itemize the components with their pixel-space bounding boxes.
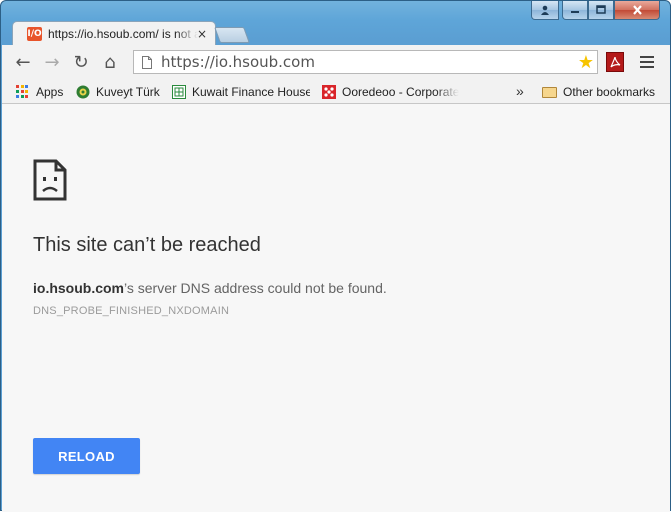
error-title: This site can’t be reached <box>33 234 261 256</box>
new-tab-button[interactable] <box>214 27 250 43</box>
reload-toolbar-button[interactable]: ↻ <box>68 50 94 76</box>
bookmark-label: Ooredeoo - Corporate <box>342 85 460 99</box>
address-bar[interactable]: https://io.hsoub.com ★ <box>133 50 598 74</box>
bookmark-kuwait-finance-house[interactable]: Kuwait Finance House <box>172 83 310 101</box>
window-controls <box>531 1 660 21</box>
error-code: DNS_PROBE_FINISHED_NXDOMAIN <box>33 305 230 317</box>
tab-title: https://io.hsoub.com/ is not available <box>48 27 198 41</box>
reload-icon: ↻ <box>73 52 89 73</box>
minimize-icon <box>571 11 579 13</box>
chrome-menu-icon[interactable] <box>640 53 654 71</box>
bookmark-label: Other bookmarks <box>563 85 656 99</box>
folder-icon <box>542 86 557 98</box>
error-page: This site can’t be reached io.hsoub.com’… <box>2 104 670 512</box>
close-button[interactable] <box>614 1 660 20</box>
tab-close-icon[interactable]: × <box>197 27 207 41</box>
page-icon <box>142 55 152 69</box>
bookmark-star-icon[interactable]: ★ <box>578 52 594 73</box>
back-arrow-icon: ← <box>15 52 31 73</box>
kuveyt-turk-icon <box>76 85 90 99</box>
error-host: io.hsoub.com <box>33 280 124 296</box>
hsoub-io-favicon-icon: I/O <box>27 27 42 41</box>
toolbar: ← → ↻ ⌂ https://io.hsoub.com ★ <box>2 45 670 80</box>
url-text[interactable]: https://io.hsoub.com <box>161 53 315 71</box>
forward-arrow-icon: → <box>44 52 60 73</box>
browser-window: I/O https://io.hsoub.com/ is not availab… <box>0 0 671 512</box>
apps-grid-icon <box>16 85 30 99</box>
acrobat-extension-icon[interactable] <box>606 52 624 72</box>
bookmark-label: Apps <box>36 85 64 99</box>
bookmark-label: Kuveyt Türk <box>96 85 160 99</box>
bookmarks-bar: Apps Kuveyt Türk Kuwait Finance House Oo… <box>2 80 670 104</box>
forward-button[interactable]: → <box>39 50 65 76</box>
reload-button[interactable]: RELOAD <box>33 438 140 474</box>
minimize-button[interactable] <box>562 1 588 20</box>
error-message-text: ’s server DNS address could not be found… <box>124 280 387 296</box>
maximize-button[interactable] <box>588 1 614 20</box>
tab-active[interactable]: I/O https://io.hsoub.com/ is not availab… <box>12 21 216 46</box>
home-icon: ⌂ <box>104 52 116 73</box>
ooredoo-icon <box>322 85 336 99</box>
bookmark-ooredoo[interactable]: Ooredeoo - Corporate <box>322 83 464 101</box>
maximize-icon <box>596 5 606 14</box>
bookmark-other-bookmarks[interactable]: Other bookmarks <box>542 83 655 101</box>
user-button[interactable] <box>531 1 559 20</box>
close-icon <box>632 5 642 15</box>
bookmarks-overflow-chevron-icon[interactable]: » <box>516 83 524 99</box>
sad-page-icon <box>33 159 67 201</box>
home-button[interactable]: ⌂ <box>97 50 123 76</box>
back-button[interactable]: ← <box>10 50 36 76</box>
bookmark-label: Kuwait Finance House <box>192 85 310 99</box>
user-icon <box>541 5 549 15</box>
bookmark-apps[interactable]: Apps <box>16 83 63 101</box>
kfh-icon <box>172 85 186 99</box>
bookmark-kuveyt-turk[interactable]: Kuveyt Türk <box>76 83 160 101</box>
error-message: io.hsoub.com’s server DNS address could … <box>33 280 387 296</box>
